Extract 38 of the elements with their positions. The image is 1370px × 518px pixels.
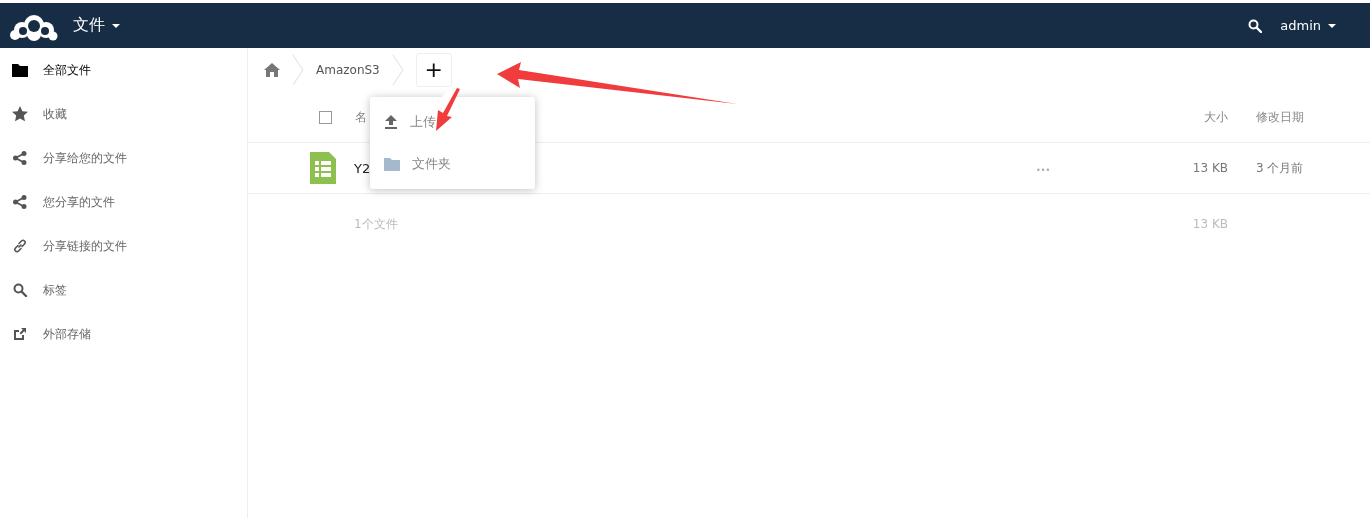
folder-icon [12,63,28,77]
sidebar-item[interactable]: 收藏 [0,92,247,136]
star-icon [12,106,28,122]
sidebar-item[interactable]: 分享给您的文件 [0,136,247,180]
external-link-icon [12,327,28,341]
breadcrumb-separator-icon [391,55,404,85]
link-icon [12,239,28,253]
breadcrumb-separator-icon [292,55,304,85]
file-size: 13 KB [1192,161,1228,175]
file-count: 1个文件 [354,216,398,231]
breadcrumb-link[interactable]: AmazonS3 [316,63,380,77]
user-menu[interactable]: admin [1276,14,1340,37]
file-name[interactable]: Y2 [354,160,371,176]
sidebar-item[interactable]: 全部文件 [0,48,247,92]
share-icon [12,195,28,209]
caret-icon [112,23,120,28]
search-icon [12,283,28,297]
annotation-arrow [436,88,460,131]
new-button[interactable]: + [415,53,452,87]
home-button[interactable] [264,63,280,77]
caret-icon [1328,23,1336,28]
sidebar-item[interactable]: 外部存储 [0,312,247,356]
sidebar-item[interactable]: 标签 [0,268,247,312]
sidebar-item[interactable]: 您分享的文件 [0,180,247,224]
app-menu[interactable]: 文件 [69,11,124,40]
column-header[interactable]: 名 [355,109,367,124]
select-all-checkbox[interactable] [319,110,332,124]
menu-item[interactable]: 文件夹 [370,143,535,185]
modified-date: 3 个月前 [1256,160,1304,175]
share-icon [12,151,28,165]
menu-item[interactable]: 上传 [370,101,535,143]
sidebar-item[interactable]: 分享链接的文件 [0,224,247,268]
folder-icon [384,157,400,171]
column-header[interactable]: 修改日期 [1256,109,1304,124]
upload-icon [384,115,398,129]
column-header[interactable]: 大小 [1204,109,1228,124]
total-size: 13 KB [1192,217,1228,231]
spreadsheet-icon [310,152,336,184]
